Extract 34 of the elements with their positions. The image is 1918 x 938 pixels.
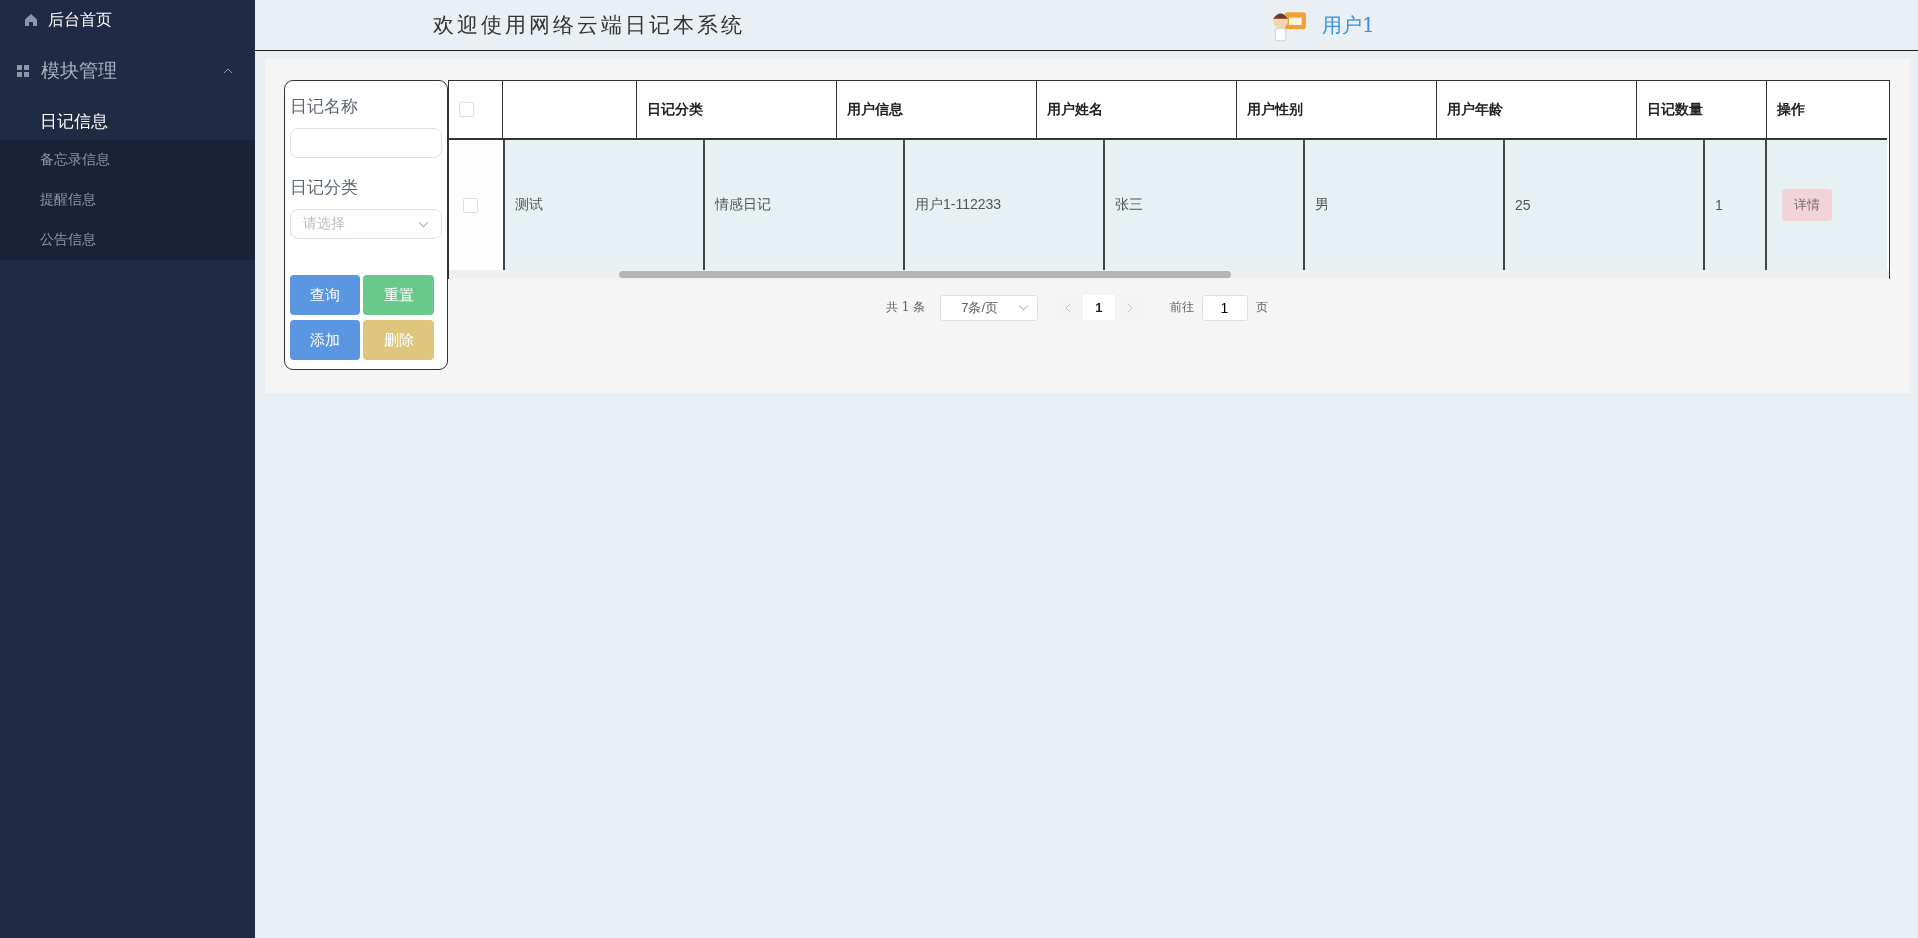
table-cell: 情感日记 xyxy=(705,140,905,270)
table-cell: 张三 xyxy=(1105,140,1305,270)
goto-label: 前往 xyxy=(1169,299,1194,316)
row-checkbox[interactable] xyxy=(463,197,478,213)
horizontal-scrollbar[interactable] xyxy=(449,270,1889,279)
input-field[interactable] xyxy=(290,128,442,158)
table-cell: 25 xyxy=(1505,140,1705,270)
action-button[interactable]: 查询 xyxy=(290,275,360,315)
home-icon xyxy=(24,13,38,27)
grid-icon xyxy=(16,64,30,78)
submenu-item[interactable]: 备忘录信息 xyxy=(0,140,255,180)
page-input[interactable]: 1 xyxy=(1201,294,1248,321)
menu-label: 后台首页 xyxy=(48,9,112,30)
submenu-item[interactable]: 提醒信息 xyxy=(0,180,255,220)
sidebar-item[interactable]: 模块管理 xyxy=(0,40,255,102)
detail-button[interactable]: 详情 xyxy=(1782,189,1832,221)
table-cell: 测试 xyxy=(505,140,705,270)
submenu-item[interactable]: 公告信息 xyxy=(0,220,255,260)
table-cell: 男 xyxy=(1305,140,1505,270)
page-unit: 页 xyxy=(1255,299,1268,316)
select-all-checkbox[interactable] xyxy=(459,102,474,117)
field-label: 日记名称 xyxy=(290,96,359,118)
total-count: 共 1 条 xyxy=(886,299,926,316)
sidebar-item[interactable]: 后台首页 xyxy=(0,0,255,40)
field-label: 日记分类 xyxy=(290,177,359,199)
page-number[interactable]: 1 xyxy=(1083,295,1115,320)
submenu-item[interactable]: 日记信息 xyxy=(0,102,255,140)
action-button[interactable]: 添加 xyxy=(290,320,360,360)
table-cell: 用户1-112233 xyxy=(905,140,1105,270)
user-name[interactable]: 用户1 xyxy=(1322,11,1375,39)
menu-label: 模块管理 xyxy=(41,59,117,83)
page-title: 欢迎使用网络云端日记本系统 xyxy=(433,12,745,39)
table-cell: 1 xyxy=(1705,140,1767,270)
page-size-select[interactable]: 7条/页 xyxy=(940,294,1039,321)
